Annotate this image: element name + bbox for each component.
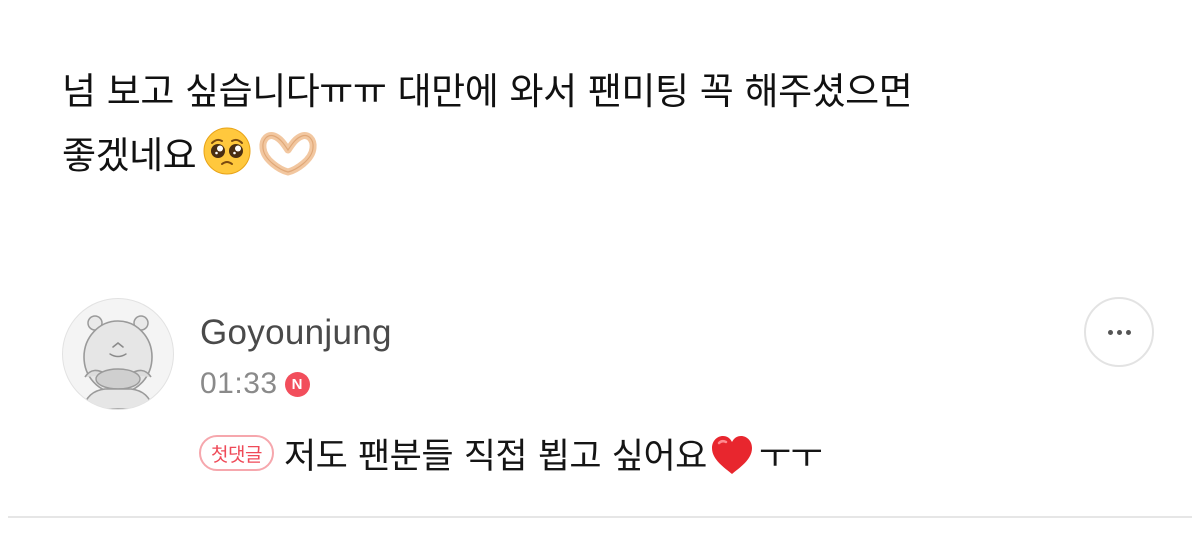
post-text-line-2-text: 좋겠네요 [62, 134, 197, 177]
divider [8, 516, 1192, 518]
post-text-line-1: 넘 보고 싶습니다ㅠㅠ 대만에 와서 팬미팅 꼭 해주셨으면 [62, 70, 913, 113]
first-comment-badge: 첫댓글 [199, 435, 274, 471]
post-body: 넘 보고 싶습니다ㅠㅠ 대만에 와서 팬미팅 꼭 해주셨으면 좋겠네요 [62, 60, 1152, 188]
comment-time: 01:33 [200, 367, 278, 400]
comment-author[interactable]: Goyounjung [200, 313, 392, 353]
comment-body: 첫댓글 저도 팬분들 직접 뵙고 싶어요 ㅜㅜ [199, 427, 823, 479]
heart-hands-emoji-icon [259, 132, 317, 176]
comment-meta: 01:33 N [200, 364, 310, 404]
new-badge: N [284, 371, 310, 397]
comment-text-main: 저도 팬분들 직접 뵙고 싶어요 [283, 436, 707, 477]
comment-text-tail: ㅜㅜ [758, 436, 823, 477]
red-heart-emoji-icon [711, 435, 752, 474]
comment-text: 저도 팬분들 직접 뵙고 싶어요 ㅜㅜ [283, 428, 823, 479]
bear-character-icon [82, 315, 154, 409]
more-horizontal-icon [1107, 329, 1131, 335]
post-text-line-2: 좋겠네요 [62, 124, 1152, 188]
pleading-face-emoji-icon [203, 127, 251, 175]
avatar[interactable] [62, 298, 174, 410]
more-options-button[interactable] [1084, 297, 1154, 367]
